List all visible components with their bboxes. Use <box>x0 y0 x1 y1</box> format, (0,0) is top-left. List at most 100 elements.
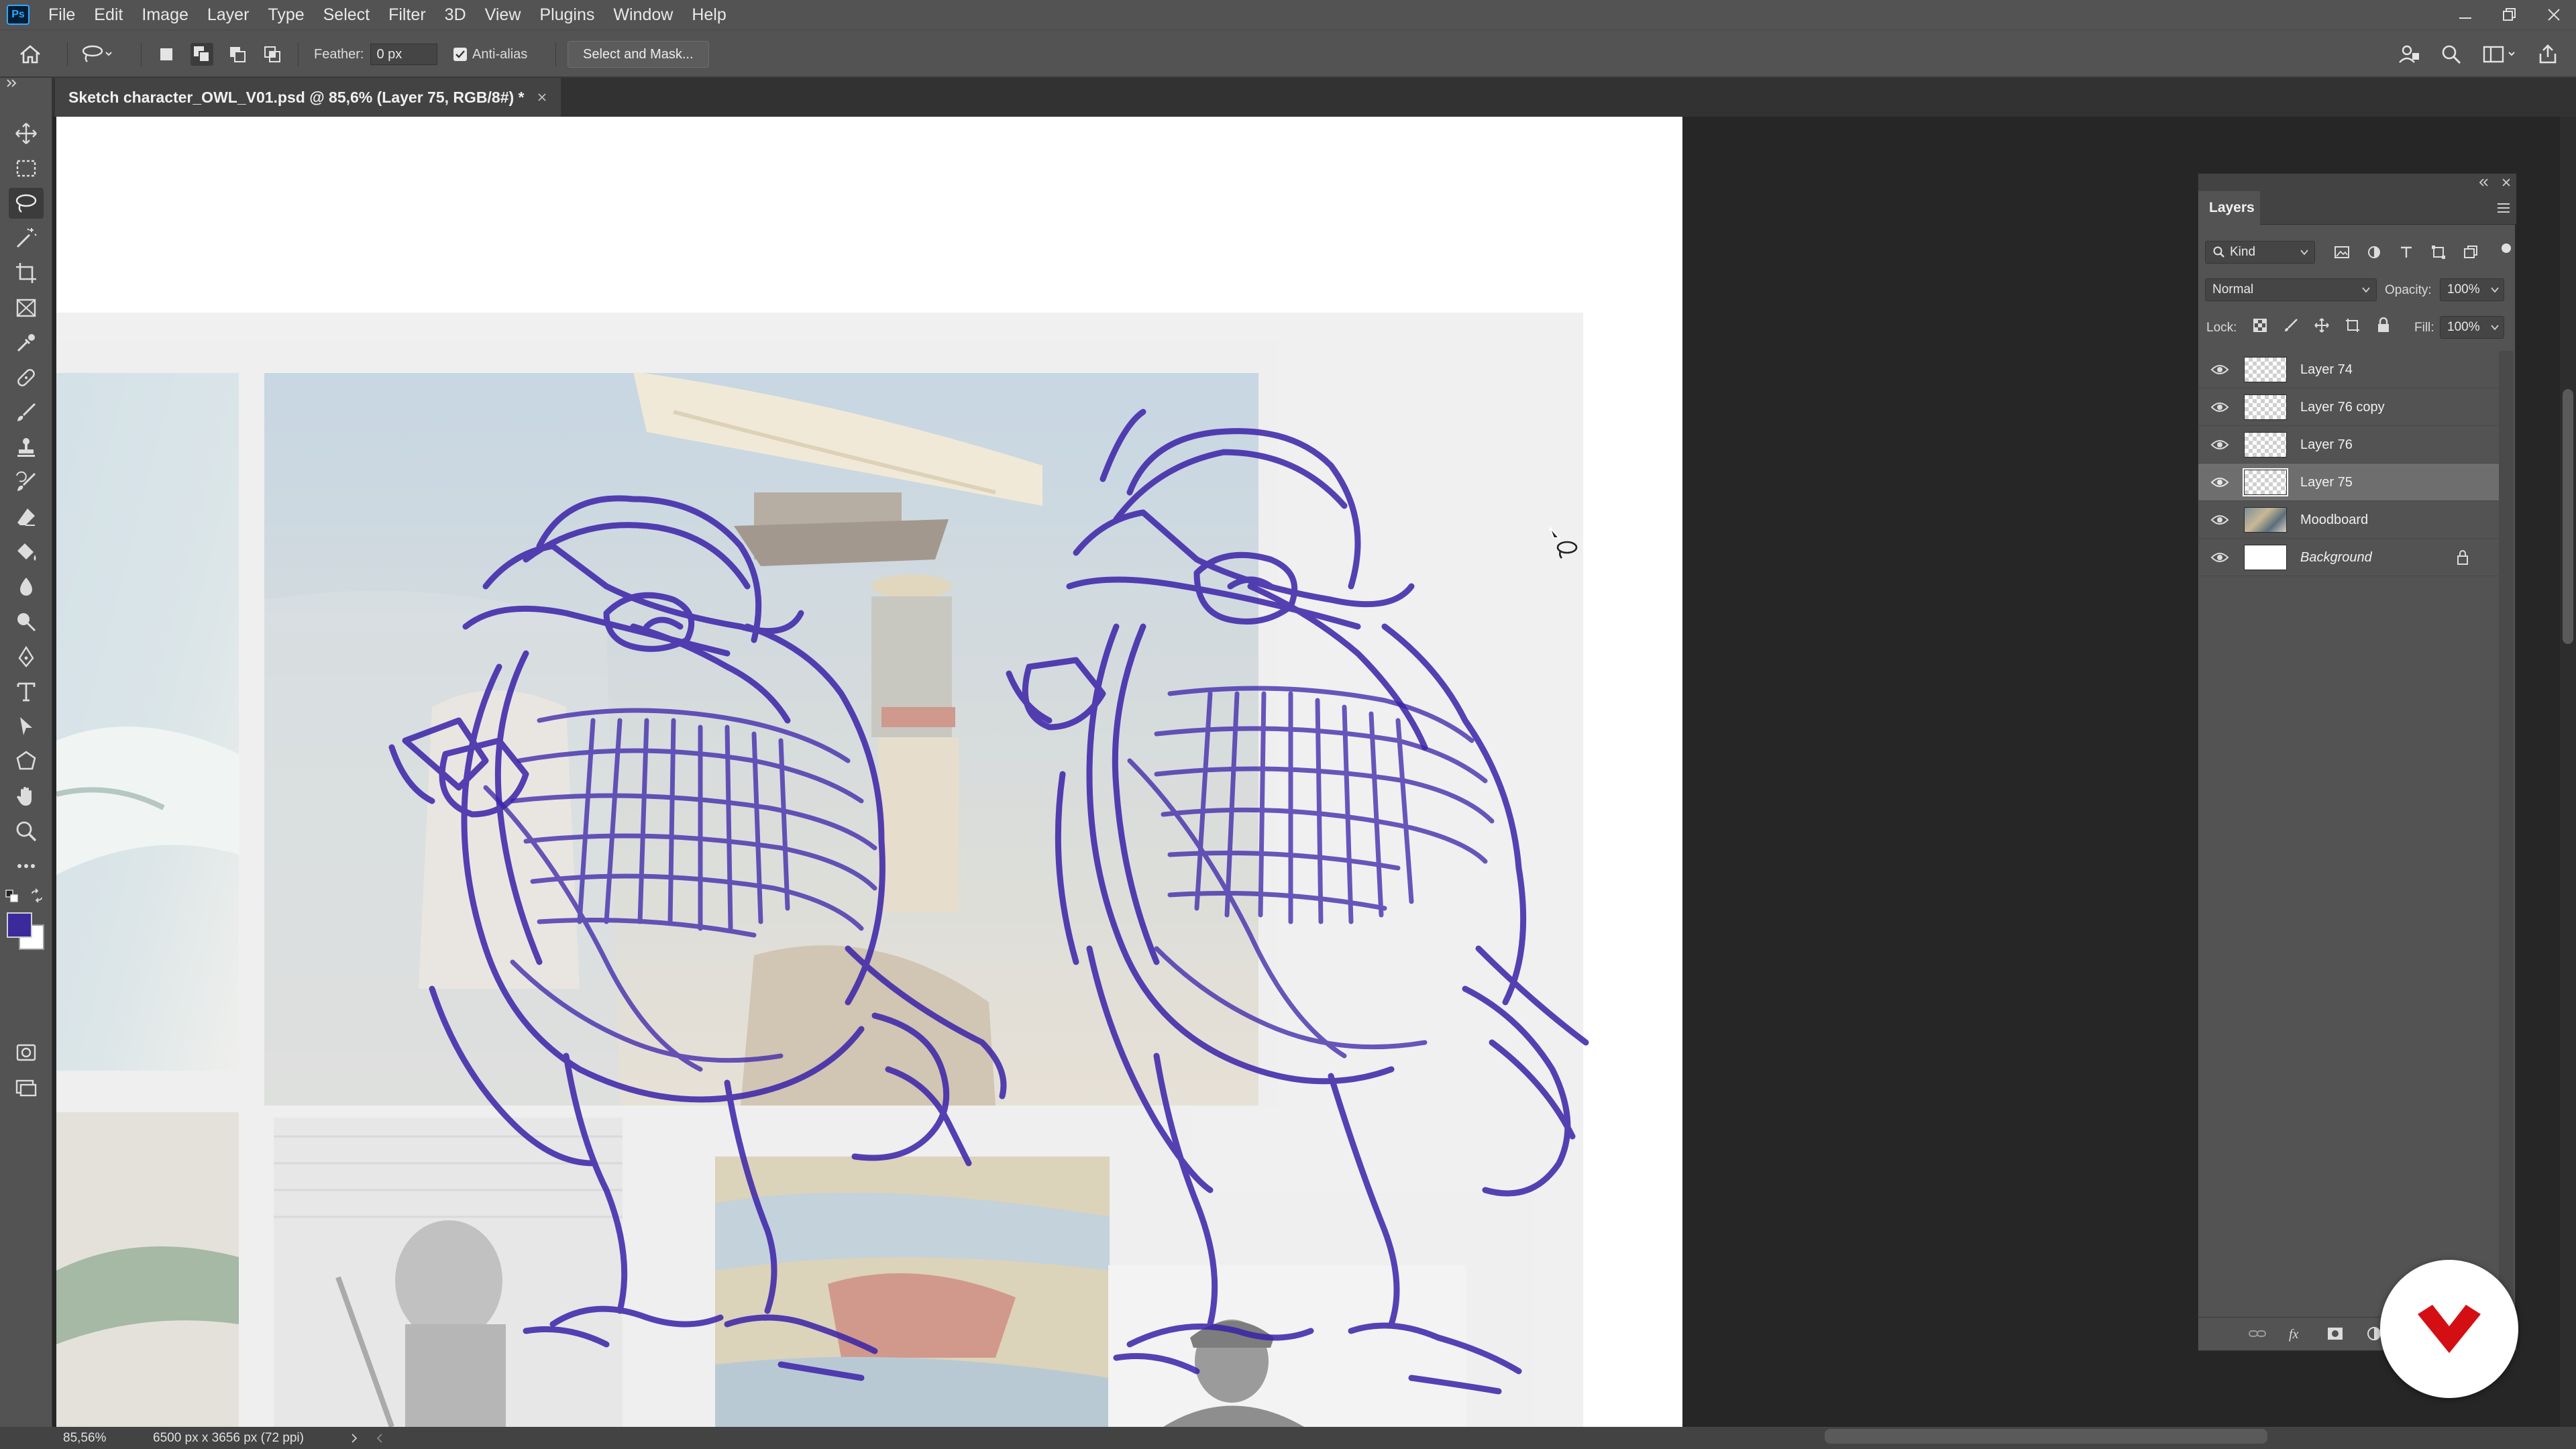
layer-row[interactable]: Layer 76 <box>2198 426 2499 464</box>
layer-row[interactable]: Layer 76 copy <box>2198 388 2499 426</box>
filter-pixel-icon[interactable] <box>2334 245 2350 260</box>
frame-tool[interactable] <box>9 292 44 323</box>
layer-row-selected[interactable]: Layer 75 <box>2198 464 2499 501</box>
feather-input[interactable]: 0 px <box>370 44 438 65</box>
history-brush-tool[interactable] <box>9 467 44 498</box>
filter-smart-object-icon[interactable] <box>2463 245 2479 260</box>
menu-edit[interactable]: Edit <box>85 0 132 30</box>
menu-window[interactable]: Window <box>604 0 682 30</box>
vertical-scroll-thumb[interactable] <box>2563 389 2573 644</box>
dodge-tool[interactable] <box>9 606 44 637</box>
lock-all-icon[interactable] <box>2375 317 2392 333</box>
menu-3d[interactable]: 3D <box>435 0 476 30</box>
menu-image[interactable]: Image <box>132 0 197 30</box>
filter-shape-icon[interactable] <box>2430 245 2447 260</box>
visibility-eye-icon[interactable] <box>2210 513 2229 527</box>
layer-row[interactable]: Layer 74 <box>2198 351 2499 388</box>
layer-name[interactable]: Moodboard <box>2300 501 2368 539</box>
menu-filter[interactable]: Filter <box>379 0 435 30</box>
lock-pixels-icon[interactable] <box>2283 317 2299 333</box>
document-canvas[interactable] <box>56 117 1682 1427</box>
healing-brush-tool[interactable] <box>9 362 44 393</box>
fx-icon[interactable]: fx <box>2287 1326 2306 1342</box>
shape-tool[interactable] <box>9 746 44 777</box>
close-tab-icon[interactable] <box>537 92 547 103</box>
paint-bucket-tool[interactable] <box>9 537 44 568</box>
menu-view[interactable]: View <box>476 0 531 30</box>
add-mask-icon[interactable] <box>2326 1326 2345 1342</box>
stamp-tool[interactable] <box>9 432 44 463</box>
path-selection-tool[interactable] <box>9 711 44 742</box>
filter-adjustment-icon[interactable] <box>2366 245 2382 260</box>
opacity-input[interactable]: 100% <box>2440 278 2504 301</box>
select-and-mask-button[interactable]: Select and Mask... <box>568 41 709 68</box>
chevron-left-icon[interactable] <box>376 1433 384 1444</box>
artwork[interactable] <box>56 117 1682 1427</box>
tab-layers[interactable]: Layers <box>2198 191 2260 225</box>
visibility-eye-icon[interactable] <box>2210 551 2229 564</box>
menu-plugins[interactable]: Plugins <box>530 0 604 30</box>
menu-help[interactable]: Help <box>682 0 735 30</box>
eyedropper-tool[interactable] <box>9 327 44 358</box>
filter-kind-select[interactable]: Kind <box>2205 241 2315 264</box>
menu-layer[interactable]: Layer <box>198 0 259 30</box>
share-icon[interactable] <box>2537 44 2559 65</box>
link-layers-icon[interactable] <box>2248 1326 2267 1342</box>
add-to-selection-icon[interactable] <box>191 43 213 66</box>
filter-type-icon[interactable] <box>2398 245 2414 260</box>
layers-scrollbar[interactable] <box>2499 351 2514 1317</box>
workspace-icon[interactable] <box>2482 44 2517 65</box>
lasso-tool[interactable] <box>9 188 44 219</box>
minimize-icon[interactable] <box>2457 6 2474 23</box>
horizontal-scroll-thumb[interactable] <box>1825 1429 2267 1444</box>
visibility-eye-icon[interactable] <box>2210 363 2229 376</box>
zoom-level[interactable]: 85,56% <box>63 1431 106 1446</box>
crop-tool[interactable] <box>9 258 44 288</box>
visibility-eye-icon[interactable] <box>2210 476 2229 489</box>
app-logo[interactable]: Ps <box>7 5 30 25</box>
new-selection-icon[interactable] <box>156 44 177 65</box>
search-icon[interactable] <box>2440 44 2462 65</box>
antialias-checkbox[interactable]: Anti-alias <box>453 30 527 78</box>
lock-artboard-icon[interactable] <box>2345 317 2361 333</box>
blend-mode-select[interactable]: Normal <box>2205 278 2377 301</box>
menu-type[interactable]: Type <box>258 0 313 30</box>
pen-tool[interactable] <box>9 641 44 672</box>
intersect-selection-icon[interactable] <box>262 44 283 65</box>
home-button[interactable] <box>19 30 42 78</box>
menu-file[interactable]: File <box>39 0 85 30</box>
chevron-right-icon[interactable] <box>350 1433 358 1444</box>
restore-icon[interactable] <box>2501 6 2518 23</box>
filter-toggle[interactable] <box>2502 244 2511 253</box>
layer-name[interactable]: Layer 75 <box>2300 464 2353 501</box>
layer-name[interactable]: Background <box>2300 539 2372 576</box>
layer-row[interactable]: Moodboard <box>2198 501 2499 539</box>
swap-colors-icon[interactable] <box>30 888 44 903</box>
screen-mode-button[interactable] <box>9 1072 44 1103</box>
subtract-from-selection-icon[interactable] <box>227 44 248 65</box>
hand-tool[interactable] <box>9 781 44 812</box>
collapse-toolbar-icon[interactable] <box>5 78 19 89</box>
foreground-color-swatch[interactable] <box>7 912 32 938</box>
fill-input[interactable]: 100% <box>2440 316 2504 339</box>
close-panel-icon[interactable] <box>2502 178 2511 187</box>
brush-tool[interactable] <box>9 397 44 428</box>
visibility-eye-icon[interactable] <box>2210 438 2229 451</box>
default-colors-icon[interactable] <box>5 890 19 903</box>
more-tools[interactable] <box>9 851 44 881</box>
menu-select[interactable]: Select <box>314 0 379 30</box>
layer-name[interactable]: Layer 76 copy <box>2300 388 2385 426</box>
blur-tool[interactable] <box>9 572 44 602</box>
magic-wand-tool[interactable] <box>9 223 44 254</box>
close-icon[interactable] <box>2545 6 2563 23</box>
eraser-tool[interactable] <box>9 502 44 533</box>
tool-preset-picker[interactable] <box>80 30 113 78</box>
zoom-tool[interactable] <box>9 816 44 847</box>
lock-transparent-icon[interactable] <box>2252 317 2268 333</box>
visibility-eye-icon[interactable] <box>2210 400 2229 414</box>
layer-name[interactable]: Layer 76 <box>2300 426 2353 464</box>
collapse-panel-icon[interactable] <box>2477 177 2489 188</box>
share-user-icon[interactable] <box>2398 44 2420 65</box>
marquee-tool[interactable] <box>9 153 44 184</box>
move-tool[interactable] <box>9 118 44 149</box>
